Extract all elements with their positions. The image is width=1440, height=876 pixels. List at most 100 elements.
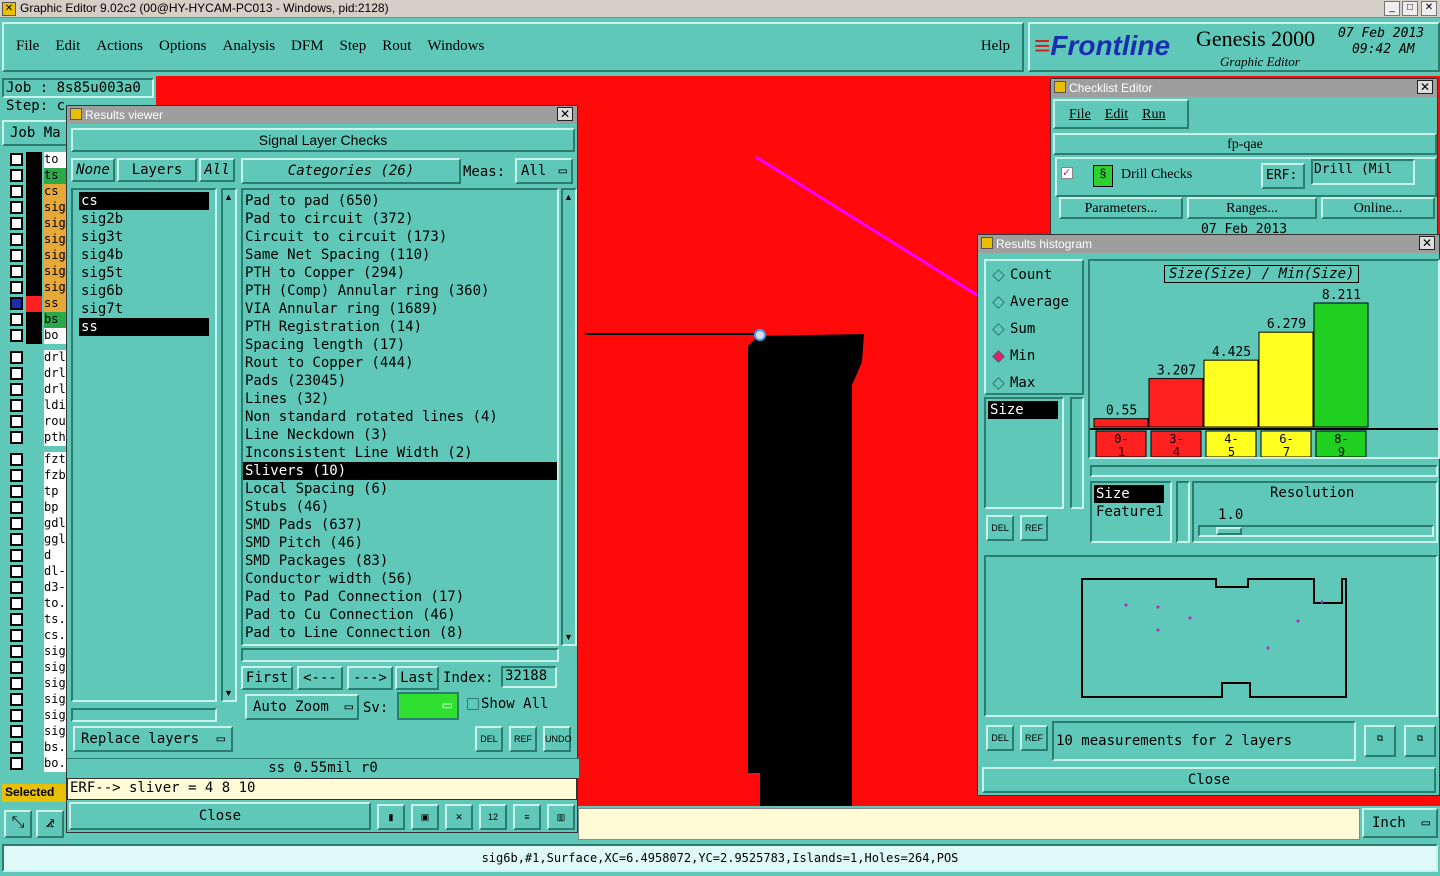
job-matrix-button[interactable]: Job Ma (2, 120, 70, 146)
none-button[interactable]: None (71, 158, 115, 182)
category-item[interactable]: Pad to Cu Connection (46) (243, 606, 557, 624)
layers-button[interactable]: Layers (117, 158, 197, 182)
layer-list-hscrollbar[interactable] (71, 708, 217, 722)
category-item[interactable]: Pad to pad (650) (243, 192, 557, 210)
first-button[interactable]: First (241, 666, 293, 690)
side-layer-row[interactable]: pth (6, 430, 66, 446)
layer-list-item[interactable]: cs (79, 192, 209, 210)
side-layer-row[interactable]: dl- (6, 564, 66, 580)
histogram-bar[interactable] (1148, 378, 1204, 428)
layer-checkbox[interactable] (10, 281, 23, 294)
parameters-button[interactable]: Parameters... (1059, 197, 1183, 219)
side-layer-row[interactable]: d3- (6, 580, 66, 596)
histogram-hscrollbar[interactable] (1090, 465, 1438, 477)
side-layer-row[interactable]: bs (6, 312, 66, 328)
layer-checkbox[interactable] (10, 329, 23, 342)
side-layer-row[interactable]: sig (6, 216, 66, 232)
layer-checkbox[interactable] (10, 415, 23, 428)
category-item[interactable]: Pad to circuit (372) (243, 210, 557, 228)
category-item[interactable]: Inconsistent Line Width (2) (243, 444, 557, 462)
side-layer-row[interactable]: ss (6, 296, 66, 312)
layer-checkbox[interactable] (10, 485, 23, 498)
category-item[interactable]: SMD Pads (637) (243, 516, 557, 534)
category-item[interactable]: Stubs (46) (243, 498, 557, 516)
category-item[interactable]: Rout to Copper (444) (243, 354, 557, 372)
side-layer-row[interactable]: ggl (6, 532, 66, 548)
undo-icon[interactable]: UNDO (543, 726, 572, 752)
layer-list-scrollbar[interactable]: ▲ ▼ (221, 188, 237, 702)
replace-layers-dropdown[interactable]: Replace layers ▭ (73, 726, 233, 752)
zoom-fit-icon[interactable]: ⧉ (1404, 725, 1436, 757)
category-item[interactable]: Spacing length (17) (243, 336, 557, 354)
side-layer-row[interactable]: sig (6, 264, 66, 280)
resolution-slider[interactable] (1198, 525, 1434, 537)
meas-dropdown[interactable]: All ▭ (515, 158, 573, 184)
all-button[interactable]: All (199, 158, 235, 182)
last-button[interactable]: Last (395, 666, 439, 690)
histogram-bar[interactable] (1313, 302, 1369, 428)
layer-checkbox[interactable] (10, 741, 23, 754)
histogram-bar[interactable] (1258, 331, 1314, 428)
auto-zoom-dropdown[interactable]: Auto Zoom ▭ (245, 694, 359, 720)
histogram-close-button[interactable]: Close (982, 767, 1436, 793)
layer-list[interactable]: cs sig2b sig3t sig4b sig5t sig6b sig7t ss (71, 188, 217, 702)
layer-checkbox[interactable] (10, 297, 23, 310)
close-icon[interactable]: ✕ (557, 107, 573, 121)
side-layer-row[interactable]: drl (6, 366, 66, 382)
category-item[interactable]: Pads (23045) (243, 372, 557, 390)
notes-icon[interactable]: ≡ (513, 804, 541, 830)
measure-list[interactable]: Size (984, 397, 1064, 509)
side-layer-row[interactable]: drl (6, 382, 66, 398)
bookmark-icon[interactable]: ▮ (377, 804, 405, 830)
category-item[interactable]: Pad to Pad Connection (17) (243, 588, 557, 606)
layer-checkbox[interactable] (10, 645, 23, 658)
command-line[interactable] (578, 808, 1360, 840)
layer-checkbox[interactable] (10, 201, 23, 214)
measure-tool-icon[interactable]: ⦨ (36, 810, 64, 838)
erf-field[interactable]: Drill (Mil (1311, 159, 1415, 185)
show-all-checkbox[interactable] (467, 698, 479, 710)
number-icon[interactable]: 12 (479, 804, 507, 830)
histogram-chart[interactable]: 0.55 0-1 3.207 3-4 4.425 4-5 6.279 6-7 8.211 8-9 (1090, 261, 1438, 457)
side-layer-row[interactable]: sig (6, 200, 66, 216)
category-item[interactable]: Circuit to circuit (173) (243, 228, 557, 246)
results-close-button[interactable]: Close (69, 802, 371, 830)
side-layer-row[interactable]: sig (6, 660, 66, 676)
side-layer-row[interactable]: to (6, 152, 66, 168)
side-layer-row[interactable]: bs. (6, 740, 66, 756)
layer-list-item[interactable]: sig6b (79, 282, 209, 300)
layer-checkbox[interactable] (10, 351, 23, 364)
category-item[interactable]: Pad to Line Connection (8) (243, 624, 557, 642)
side-layer-row[interactable]: tp (6, 484, 66, 500)
checklist-menu-edit[interactable]: Edit (1105, 107, 1128, 127)
prev-button[interactable]: <--- (297, 666, 343, 690)
category-item[interactable]: PTH Registration (14) (243, 318, 557, 336)
categories-scrollbar[interactable]: ▲ ▼ (561, 188, 577, 646)
layer-checkbox[interactable] (10, 581, 23, 594)
layer-checkbox[interactable] (10, 629, 23, 642)
layer-checkbox[interactable] (10, 597, 23, 610)
hist-ref-icon[interactable]: REF (1020, 515, 1048, 541)
side-layer-row[interactable]: fzb (6, 468, 66, 484)
layer-checkbox[interactable] (10, 549, 23, 562)
category-item[interactable]: Slivers (10) (243, 462, 557, 480)
ref-icon[interactable]: REF (509, 726, 537, 752)
side-layer-row[interactable]: bp (6, 500, 66, 516)
layer-checkbox[interactable] (10, 693, 23, 706)
units-dropdown[interactable]: Inch ▭ (1362, 808, 1438, 838)
board-preview[interactable] (984, 555, 1438, 717)
histogram-bar[interactable] (1093, 418, 1149, 428)
layer-checkbox[interactable] (10, 249, 23, 262)
layer-checkbox[interactable] (10, 661, 23, 674)
zoom-tool-icon[interactable]: ⤡ (4, 810, 32, 838)
side-layer-row[interactable]: sig (6, 248, 66, 264)
next-button[interactable]: ---> (347, 666, 393, 690)
del-icon[interactable]: DEL (475, 726, 503, 752)
side-layer-row[interactable]: bo. (6, 756, 66, 772)
side-layer-row[interactable]: sig (6, 692, 66, 708)
side-layer-row[interactable]: fzt (6, 452, 66, 468)
online-button[interactable]: Online... (1321, 197, 1435, 219)
side-layer-row[interactable]: sig (6, 232, 66, 248)
side-layer-row[interactable]: sig (6, 708, 66, 724)
layer-checkbox[interactable] (10, 501, 23, 514)
